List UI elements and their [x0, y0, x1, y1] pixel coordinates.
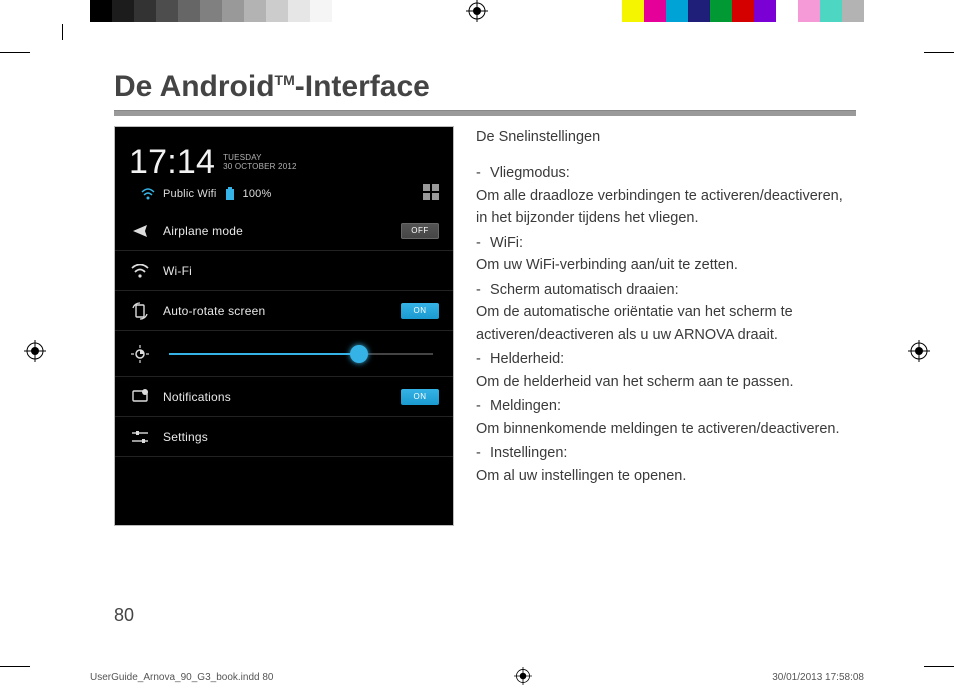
- crop-mark: [62, 24, 63, 40]
- settings-sliders-icon: [129, 426, 151, 448]
- crop-mark: [0, 666, 30, 667]
- footer-date: 30/01/2013 17:58:08: [772, 672, 864, 683]
- item-title: Instellingen:: [490, 445, 567, 461]
- item-title: Helderheid:: [490, 351, 564, 367]
- title-pre: De Android: [114, 70, 275, 103]
- item-title: Meldingen:: [490, 398, 561, 414]
- page-number: 80: [114, 605, 134, 626]
- registration-mark-icon: [466, 0, 488, 22]
- color-bar-left: [90, 0, 354, 22]
- description-column: De Snelinstellingen - Vliegmodus: Om all…: [476, 126, 856, 526]
- title-post: -Interface: [295, 70, 430, 103]
- toggle-off[interactable]: OFF: [401, 223, 439, 239]
- auto-rotate-icon: [129, 300, 151, 322]
- quicksettings-icon[interactable]: [423, 184, 439, 203]
- wifi-icon: [129, 260, 151, 282]
- wifi-icon: [141, 188, 155, 200]
- item-body: Om binnenkomende meldingen te activeren/…: [476, 418, 856, 440]
- footer-file: UserGuide_Arnova_90_G3_book.indd 80: [90, 672, 273, 683]
- airplane-icon: [129, 220, 151, 242]
- title-rule: [114, 110, 856, 116]
- item-title: WiFi:: [490, 235, 523, 251]
- row-settings[interactable]: Settings: [115, 417, 453, 457]
- footer: UserGuide_Arnova_90_G3_book.indd 80 30/0…: [90, 667, 864, 688]
- item-body: Om alle draadloze verbindingen te active…: [476, 185, 856, 230]
- item-body: Om uw WiFi-verbinding aan/uit te zetten.: [476, 254, 856, 276]
- item-title: Scherm automatisch draaien:: [490, 282, 679, 298]
- registration-mark-icon: [24, 340, 46, 362]
- battery-pct: 100%: [243, 188, 272, 200]
- row-brightness[interactable]: [115, 331, 453, 377]
- brightness-icon: [129, 343, 151, 365]
- registration-mark-icon: [514, 667, 532, 688]
- crop-mark: [924, 666, 954, 667]
- title-tm: TM: [275, 72, 295, 88]
- toggle-on[interactable]: ON: [401, 303, 439, 319]
- page-title: De AndroidTM-Interface: [114, 70, 880, 104]
- row-wifi[interactable]: Wi-Fi: [115, 251, 453, 291]
- page-content: De AndroidTM-Interface 17:14 TUESDAY 30 …: [90, 60, 880, 620]
- wifi-ssid: Public Wifi: [163, 188, 217, 200]
- item-body: Om al uw instellingen te openen.: [476, 465, 856, 487]
- row-label: Notifications: [163, 390, 231, 404]
- crop-mark: [0, 52, 30, 53]
- item-title: Vliegmodus:: [490, 165, 570, 181]
- row-label: Wi-Fi: [163, 264, 192, 278]
- crop-mark: [924, 52, 954, 53]
- toggle-on[interactable]: ON: [401, 389, 439, 405]
- clock-time: 17:14: [129, 143, 215, 182]
- item-body: Om de helderheid van het scherm aan te p…: [476, 371, 856, 393]
- row-label: Airplane mode: [163, 224, 243, 238]
- color-bar-right: [600, 0, 864, 22]
- row-auto-rotate[interactable]: Auto-rotate screen ON: [115, 291, 453, 331]
- clock-date: 30 OCTOBER 2012: [223, 163, 297, 172]
- battery-icon: [225, 187, 235, 201]
- row-label: Auto-rotate screen: [163, 304, 265, 318]
- notifications-icon: [129, 386, 151, 408]
- row-label: Settings: [163, 430, 208, 444]
- row-notifications[interactable]: Notifications ON: [115, 377, 453, 417]
- android-screenshot: 17:14 TUESDAY 30 OCTOBER 2012 Public Wif…: [114, 126, 454, 526]
- item-body: Om de automatische oriëntatie van het sc…: [476, 301, 856, 346]
- brightness-slider[interactable]: [169, 350, 433, 358]
- registration-mark-icon: [908, 340, 930, 362]
- row-airplane-mode[interactable]: Airplane mode OFF: [115, 211, 453, 251]
- section-heading: De Snelinstellingen: [476, 126, 856, 148]
